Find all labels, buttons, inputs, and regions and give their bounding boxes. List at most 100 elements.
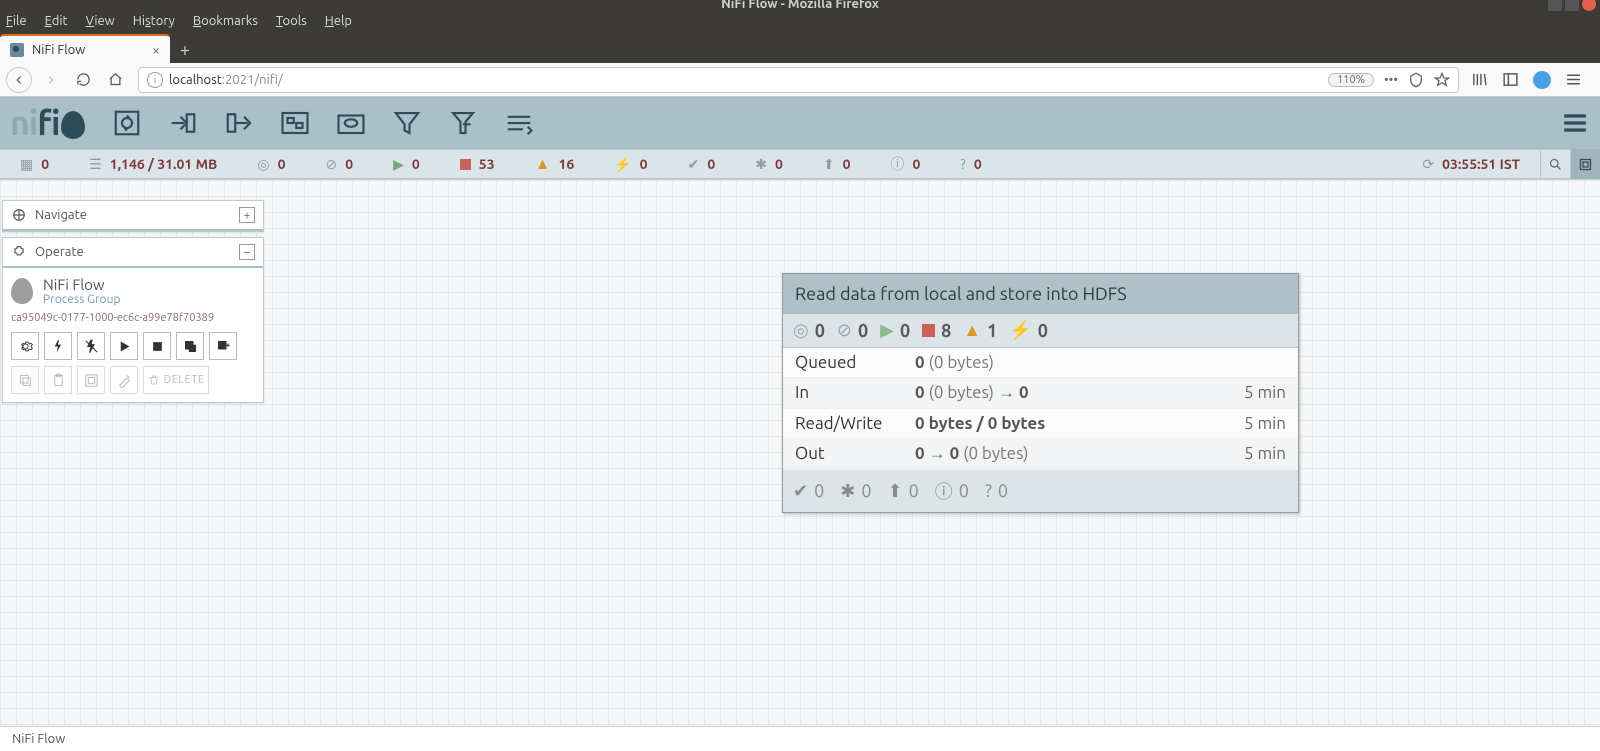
configure-button[interactable] [11, 332, 39, 360]
status-sync-failure: ⓘ0 [871, 154, 941, 174]
refresh-icon: ⟳ [1422, 156, 1434, 173]
funnel-tool[interactable] [385, 103, 429, 143]
menu-view[interactable]: View [86, 14, 115, 28]
enable-button[interactable] [44, 332, 72, 360]
menu-file[interactable]: FFileile [6, 14, 27, 28]
create-template-button[interactable] [176, 332, 204, 360]
back-button[interactable] [6, 67, 32, 93]
process-group-tool[interactable] [273, 103, 317, 143]
bulletin-button[interactable] [1570, 149, 1600, 179]
extension-icon[interactable] [1533, 71, 1551, 89]
operate-component-id: ca95049c-0177-1000-ec6c-a99e78f70389 [11, 312, 255, 324]
up-arrow-icon: ⬆ [888, 481, 903, 502]
firefox-menu-icon[interactable] [1565, 71, 1582, 88]
row-read-write: Read/Write 0 bytes / 0 bytes 5 min [783, 409, 1298, 439]
info-icon: ⓘ [891, 154, 905, 174]
output-port-tool[interactable] [217, 103, 261, 143]
queued-icon: ☰ [89, 156, 102, 173]
navigate-panel: Navigate + [2, 200, 264, 232]
operate-icon [11, 244, 27, 260]
search-button[interactable] [1540, 149, 1570, 179]
check-icon: ✔ [793, 481, 808, 502]
question-icon: ? [985, 481, 992, 501]
global-menu-icon[interactable] [1560, 110, 1590, 136]
tab-strip: NiFi Flow × + [0, 34, 1600, 63]
operate-collapse-icon[interactable]: – [239, 244, 255, 260]
delete-button: DELETE [143, 366, 209, 394]
start-button[interactable] [110, 332, 138, 360]
breadcrumb-root[interactable]: NiFi Flow [12, 732, 65, 746]
operate-panel: Operate – NiFi Flow Process Group ca9504… [2, 237, 264, 403]
input-port-tool[interactable] [161, 103, 205, 143]
url-host: localhost [169, 73, 222, 87]
sidebar-icon[interactable] [1502, 71, 1519, 88]
nifi-drop-icon [61, 111, 85, 139]
operate-component-name: NiFi Flow [43, 276, 120, 293]
disabled-icon: ⚡ [1009, 320, 1031, 341]
bookmark-star-icon[interactable] [1434, 72, 1450, 88]
disable-button[interactable] [77, 332, 105, 360]
menu-edit[interactable]: Edit [45, 14, 68, 28]
status-running: ▶0 [373, 156, 440, 173]
label-tool[interactable] [497, 103, 541, 143]
tab-nifi-flow[interactable]: NiFi Flow × [0, 34, 170, 63]
status-uptodate: ✔0 [668, 156, 736, 173]
menu-help[interactable]: Help [325, 14, 352, 28]
status-refresh: ⟳03:55:51 IST [1402, 156, 1540, 173]
menu-tools[interactable]: Tools [276, 14, 307, 28]
stop-button[interactable] [143, 332, 171, 360]
status-not-transmitting: ⊘0 [305, 156, 373, 173]
menu-history[interactable]: History [133, 14, 175, 28]
remote-group-tool[interactable] [329, 103, 373, 143]
maximize-icon[interactable] [1565, 0, 1579, 11]
nifi-header: nifi [0, 97, 1600, 149]
page-actions-icon[interactable]: ••• [1384, 73, 1398, 87]
home-button[interactable] [102, 67, 128, 93]
status-threads: ▦0 [0, 156, 69, 173]
window-titlebar: NiFi Flow - Mozilla Firefox [0, 0, 1600, 8]
navigate-expand-icon[interactable]: + [239, 207, 255, 223]
reload-button[interactable] [70, 67, 96, 93]
process-group-icon [11, 278, 33, 304]
processor-tool[interactable] [105, 103, 149, 143]
transmitting-icon: ◎ [793, 320, 809, 341]
transmitting-icon: ◎ [257, 156, 269, 173]
row-out: Out 0→0 (0 bytes) 5 min [783, 439, 1298, 470]
process-group-card[interactable]: Read data from local and store into HDFS… [782, 273, 1299, 513]
warning-icon: ▲ [963, 320, 981, 341]
status-stopped: 53 [440, 156, 515, 172]
tracking-shield-icon[interactable] [1408, 72, 1424, 88]
navigate-title: Navigate [35, 208, 87, 222]
template-tool[interactable] [441, 103, 485, 143]
url-port: :2021 [222, 73, 255, 87]
upload-template-button[interactable] [209, 332, 237, 360]
status-unknown: ?0 [940, 156, 1001, 172]
status-disabled: ⚡0 [594, 156, 667, 173]
status-locally-modified: ✱0 [735, 156, 803, 173]
operate-title: Operate [35, 245, 84, 259]
browser-tools [1459, 71, 1594, 89]
nifi-favicon [10, 43, 24, 57]
operate-component-type: Process Group [43, 293, 120, 306]
window-controls [1548, 0, 1596, 11]
site-info-icon[interactable]: i [147, 72, 163, 88]
paste-button [44, 366, 72, 394]
new-tab-button[interactable]: + [170, 37, 200, 63]
component-toolbar [105, 103, 553, 143]
tab-label: NiFi Flow [32, 43, 85, 57]
menu-bookmarks[interactable]: Bookmarks [193, 14, 258, 28]
zoom-level[interactable]: 110% [1328, 73, 1374, 87]
up-arrow-icon: ⬆ [823, 156, 835, 173]
library-icon[interactable] [1471, 71, 1488, 88]
close-window-icon[interactable] [1582, 0, 1596, 11]
close-tab-icon[interactable]: × [152, 42, 160, 58]
play-icon: ▶ [880, 320, 894, 341]
minimize-icon[interactable] [1548, 0, 1562, 11]
status-queued: ☰1,146 / 31.01 MB [69, 156, 237, 173]
row-queued: Queued 0 (0 bytes) [783, 348, 1298, 378]
status-invalid: ▲16 [515, 155, 595, 174]
url-input[interactable]: i localhost:2021/nifi/ 110% ••• [138, 67, 1459, 93]
row-in: In 0 (0 bytes)→0 5 min [783, 378, 1298, 409]
breadcrumb-bar: NiFi Flow [0, 726, 1600, 751]
url-toolbar: i localhost:2021/nifi/ 110% ••• [0, 63, 1600, 97]
